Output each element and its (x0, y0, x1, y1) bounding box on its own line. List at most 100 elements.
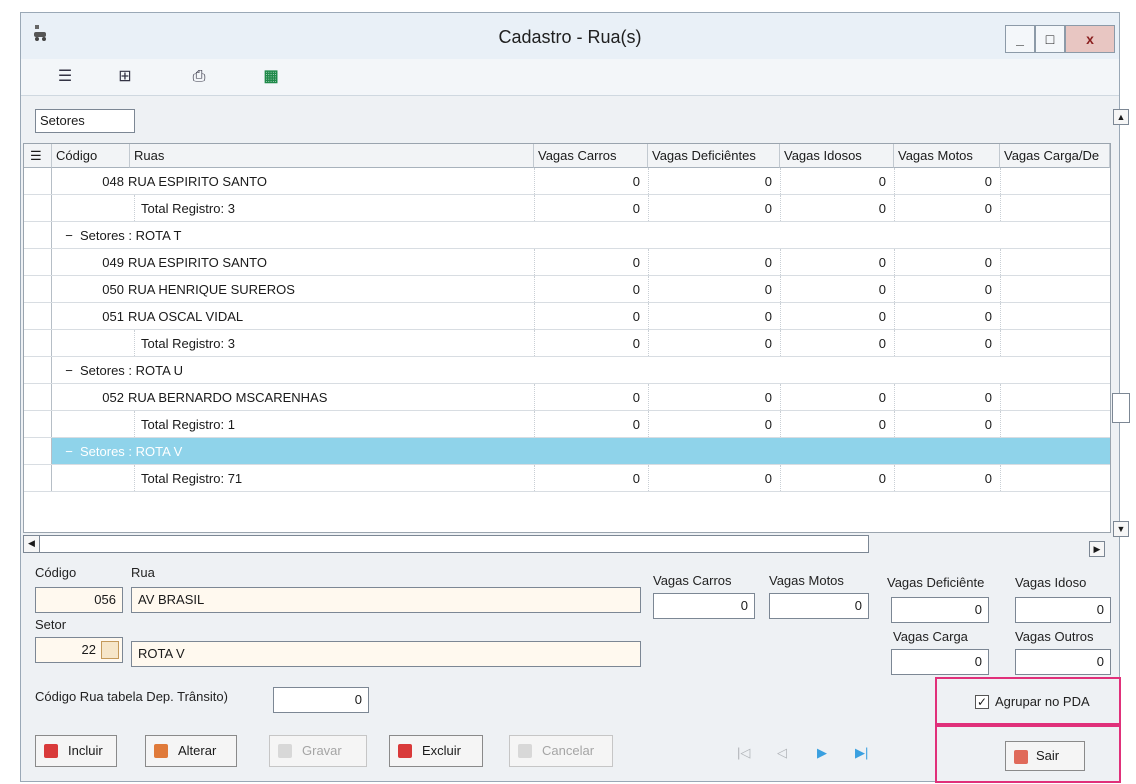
value-cell (1000, 195, 1110, 221)
rua-field[interactable]: AV BRASIL (131, 587, 641, 613)
nav-last-icon[interactable]: ▶| (855, 745, 868, 761)
col-header-vagas-deficientes[interactable]: Vagas Deficiêntes (648, 144, 780, 168)
cancel-icon (518, 744, 532, 758)
nav-prev-icon[interactable]: ◁ (777, 745, 787, 761)
col-header-vagas-carga[interactable]: Vagas Carga/De (1000, 144, 1110, 168)
total-row[interactable]: Total Registro: 71 0 0 0 0 (24, 465, 1110, 492)
value-cell: 0 (894, 276, 1000, 302)
sair-button[interactable]: Sair (1005, 741, 1085, 771)
print-icon[interactable]: ⎙ (189, 67, 209, 87)
row-indicator[interactable]: ▶ (24, 438, 52, 464)
grid-menu-icon[interactable]: ☰ (24, 144, 52, 168)
row-indicator[interactable] (24, 357, 52, 383)
row-indicator[interactable] (24, 330, 52, 356)
row-indicator[interactable] (24, 303, 52, 329)
value-cell (1000, 249, 1110, 275)
col-header-vagas-idosos[interactable]: Vagas Idosos (780, 144, 894, 168)
col-header-vagas-carros[interactable]: Vagas Carros (534, 144, 648, 168)
group-text: Setores : ROTA V (80, 444, 183, 459)
vagas-motos-label: Vagas Motos (769, 573, 844, 588)
nav-first-icon[interactable]: |◁ (737, 745, 750, 761)
group-by-panel[interactable]: Setores (35, 109, 135, 133)
scroll-right-icon[interactable]: ▶ (1089, 541, 1105, 557)
vagas-carros-field[interactable]: 0 (653, 593, 755, 619)
value-cell: 0 (894, 411, 1000, 437)
codigo-field[interactable]: 056 (35, 587, 123, 613)
cancelar-button[interactable]: Cancelar (509, 735, 613, 767)
horizontal-scrollbar[interactable]: ◀ (23, 535, 869, 553)
vagas-carros-label: Vagas Carros (653, 573, 732, 588)
value-cell: 0 (648, 303, 780, 329)
add-icon (44, 744, 58, 758)
incluir-button[interactable]: Incluir (35, 735, 117, 767)
value-cell: 0 (534, 384, 648, 410)
scroll-up-icon[interactable]: ▲ (1113, 109, 1129, 125)
row-indicator[interactable] (24, 276, 52, 302)
close-button[interactable]: x (1065, 25, 1115, 53)
value-cell (1000, 384, 1110, 410)
excluir-button[interactable]: Excluir (389, 735, 483, 767)
row-indicator[interactable] (24, 249, 52, 275)
col-header-ruas[interactable]: Ruas (130, 144, 534, 168)
collapse-icon[interactable]: − (64, 357, 74, 384)
row-indicator[interactable] (24, 195, 52, 221)
minimize-button[interactable]: _ (1005, 25, 1035, 53)
vagas-deficiente-field[interactable]: 0 (891, 597, 989, 623)
setor-search-icon[interactable] (101, 641, 119, 659)
dep-transito-field[interactable]: 0 (273, 687, 369, 713)
value-cell: 0 (648, 168, 780, 194)
value-cell: 0 (894, 303, 1000, 329)
value-cell: 0 (780, 465, 894, 491)
value-cell: 0 (648, 195, 780, 221)
rua-cell: RUA ESPIRITO SANTO (128, 255, 267, 270)
vagas-motos-field[interactable]: 0 (769, 593, 869, 619)
table-row[interactable]: 050 RUA HENRIQUE SUREROS 0 0 0 0 (24, 276, 1110, 303)
collapse-icon[interactable]: − (64, 438, 74, 465)
group-row[interactable]: ▶ − Setores : ROTA V (24, 438, 1110, 465)
group-row[interactable]: − Setores : ROTA T (24, 222, 1110, 249)
value-cell: 0 (648, 330, 780, 356)
table-row[interactable]: 052 RUA BERNARDO MSCARENHAS 0 0 0 0 (24, 384, 1110, 411)
gravar-label: Gravar (302, 743, 342, 758)
col-header-vagas-motos[interactable]: Vagas Motos (894, 144, 1000, 168)
collapse-icon[interactable]: − (64, 222, 74, 249)
scroll-down-icon[interactable]: ▼ (1113, 521, 1129, 537)
vertical-scrollbar[interactable]: ▲ ▼ (1112, 109, 1130, 539)
row-indicator[interactable] (24, 168, 52, 194)
row-indicator[interactable] (24, 465, 52, 491)
total-row[interactable]: Total Registro: 10000 (24, 411, 1110, 438)
table-row[interactable]: 049 RUA ESPIRITO SANTO 0 0 0 0 (24, 249, 1110, 276)
value-cell: 0 (534, 330, 648, 356)
table-row[interactable]: 051 RUA OSCAL VIDAL 0 0 0 0 (24, 303, 1110, 330)
maximize-button[interactable]: □ (1035, 25, 1065, 53)
row-indicator[interactable] (24, 222, 52, 248)
alterar-button[interactable]: Alterar (145, 735, 237, 767)
setor-name-field[interactable]: ROTA V (131, 641, 641, 667)
rua-cell: RUA ESPIRITO SANTO (128, 174, 267, 189)
vagas-carga-field[interactable]: 0 (891, 649, 989, 675)
nav-next-icon[interactable]: ▶ (817, 745, 827, 761)
vagas-outros-field[interactable]: 0 (1015, 649, 1111, 675)
group-label: − Setores : ROTA T (64, 222, 181, 249)
table-row[interactable]: 048 RUA ESPIRITO SANTO 0 0 0 0 (24, 168, 1110, 195)
total-row[interactable]: Total Registro: 30000 (24, 330, 1110, 357)
codigo-cell: 050 (102, 282, 124, 297)
group-row[interactable]: − Setores : ROTA U (24, 357, 1110, 384)
value-cell: 0 (648, 384, 780, 410)
tree-icon[interactable]: ⊞ (115, 67, 135, 87)
value-cell: 0 (534, 276, 648, 302)
value-cell: 0 (894, 168, 1000, 194)
list-icon[interactable]: ☰ (55, 67, 75, 87)
row-indicator[interactable] (24, 384, 52, 410)
vagas-idoso-field[interactable]: 0 (1015, 597, 1111, 623)
col-header-codigo[interactable]: Código (52, 144, 130, 168)
value-cell: 0 (648, 411, 780, 437)
gravar-button[interactable]: Gravar (269, 735, 367, 767)
agrupar-checkbox[interactable]: ✓ (975, 695, 989, 709)
scroll-left-icon[interactable]: ◀ (24, 536, 40, 552)
value-cell: 0 (648, 249, 780, 275)
scroll-thumb[interactable] (1112, 393, 1130, 423)
row-indicator[interactable] (24, 411, 52, 437)
excel-icon[interactable]: ▦ (261, 67, 281, 87)
total-row[interactable]: Total Registro: 30000 (24, 195, 1110, 222)
